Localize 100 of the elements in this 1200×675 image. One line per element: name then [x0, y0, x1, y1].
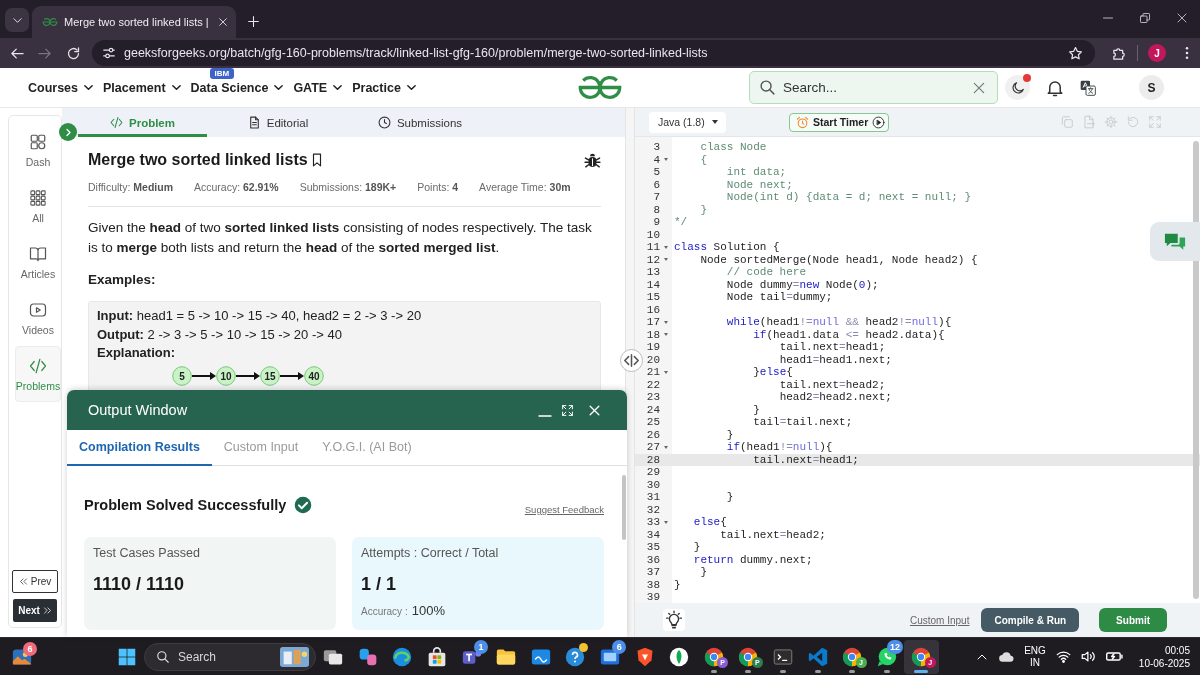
clock-date[interactable]: 10-06-2025 — [1138, 656, 1190, 670]
submit-button[interactable]: Submit — [1099, 608, 1167, 632]
taskbar-button[interactable]: 6 — [592, 639, 628, 674]
start-timer-button[interactable]: Start Timer — [789, 112, 890, 132]
theme-toggle-button[interactable] — [1005, 75, 1030, 100]
clock-icon — [377, 116, 391, 129]
drag-handle-icon[interactable] — [620, 349, 643, 372]
video-icon — [29, 300, 47, 319]
custom-input-link[interactable]: Custom Input — [909, 614, 970, 626]
sidebar-item[interactable]: All — [15, 178, 61, 234]
card-label: Attempts : Correct / Total — [361, 546, 500, 561]
site-info-icon[interactable] — [102, 46, 116, 60]
code-line: tail=tail.next; — [753, 416, 853, 429]
code-line: tail.next=head1; — [753, 453, 859, 466]
fold-icon[interactable] — [664, 258, 668, 262]
line-number: 28 — [645, 453, 660, 466]
overlapping-shapes-icon — [357, 646, 378, 667]
nav-menu-item[interactable]: Placement — [103, 76, 182, 99]
alarm-clock-icon — [796, 115, 809, 129]
feedback-link[interactable]: Suggest Feedback — [524, 504, 604, 515]
puzzle-piece-icon[interactable] — [1112, 45, 1127, 61]
problem-description: Given the head of two sorted linked lists consisting of nodes respectively. The task is to merge both lists and return the head of the sorted merged list. — [88, 219, 593, 257]
close-icon[interactable] — [218, 17, 228, 27]
address-bar[interactable]: geeksforgeeks.org/batch/gfg-160-problems/track/linked-list-gfg-160/problem/merge-two-sorted-linked-lists — [92, 40, 1095, 66]
lightbulb-icon[interactable] — [663, 609, 685, 631]
fold-icon[interactable] — [664, 445, 668, 449]
browser-tab[interactable]: Merge two sorted linked lists | — [32, 6, 236, 38]
star-icon[interactable] — [1068, 45, 1083, 61]
line-number: 26 — [645, 428, 660, 441]
moon-icon — [1010, 80, 1025, 95]
back-arrow-icon[interactable] — [10, 45, 25, 61]
code-line: int data; — [726, 166, 787, 179]
terminal-icon — [773, 646, 793, 667]
reload-icon[interactable] — [66, 45, 81, 61]
input-language[interactable]: ENG — [1024, 644, 1046, 657]
search-bar[interactable]: Search... — [749, 71, 998, 104]
arrow — [235, 371, 260, 380]
prev-button[interactable]: Prev — [12, 570, 58, 593]
clock-time[interactable]: 00:05 — [1164, 643, 1190, 657]
code-line: } — [753, 403, 760, 416]
clear-icon[interactable] — [972, 80, 986, 95]
fold-icon[interactable] — [664, 520, 668, 524]
problem-stat: Submissions: 189K+ — [299, 180, 397, 194]
search-field[interactable]: Search... — [783, 77, 965, 98]
check-circle-icon — [294, 496, 313, 514]
compile-run-button[interactable]: Compile & Run — [981, 608, 1080, 632]
code-icon — [29, 356, 47, 375]
taskbar-button[interactable]: 12 — [869, 639, 905, 674]
fold-icon[interactable] — [664, 245, 668, 249]
tab[interactable]: Editorial — [207, 108, 349, 137]
restore-icon[interactable] — [1139, 12, 1151, 24]
user-avatar[interactable]: S — [1139, 75, 1164, 100]
code-line: while(head1!=null && head2!=null){ — [726, 316, 952, 329]
line-number: 32 — [645, 503, 660, 516]
browser-icon — [842, 646, 863, 667]
card-label: Test Cases Passed — [93, 546, 201, 561]
site-logo[interactable] — [577, 76, 623, 99]
browser-icon — [738, 646, 759, 667]
taskbar-button[interactable]: 1 — [454, 639, 489, 674]
translate-icon[interactable] — [1080, 79, 1096, 96]
code-line: { — [700, 153, 707, 166]
fold-icon[interactable] — [664, 320, 668, 324]
tab[interactable]: Problem — [78, 108, 207, 137]
sidebar-item[interactable]: Articles — [15, 234, 61, 290]
section-heading: Examples: — [88, 271, 157, 289]
taskbar-search-bar[interactable]: Search — [144, 642, 316, 671]
fold-icon[interactable] — [664, 158, 668, 162]
sidebar-item[interactable]: Videos — [15, 290, 61, 346]
fold-icon[interactable] — [664, 333, 668, 337]
wifi-icon[interactable] — [1055, 649, 1071, 664]
start-menu-icon[interactable] — [118, 647, 136, 666]
search-icon — [156, 649, 170, 664]
fold-icon[interactable] — [664, 370, 668, 374]
speaker-icon[interactable] — [1080, 649, 1096, 664]
code-line: head1=head1.next; — [779, 353, 892, 366]
code-line: } — [700, 203, 707, 216]
arrow — [279, 371, 304, 380]
sidebar-item[interactable]: Problems — [15, 346, 61, 402]
line-number: 22 — [645, 378, 660, 391]
nav-menu-item[interactable]: Courses — [28, 76, 95, 99]
chevron-down-icon — [170, 82, 182, 93]
bell-icon[interactable] — [1046, 78, 1064, 97]
nav-menu-item[interactable]: GATE — [293, 76, 344, 99]
sidebar-item[interactable]: Dash — [15, 122, 61, 178]
nav-menu-item[interactable]: Data Science — [190, 76, 285, 99]
scrollbar-thumb[interactable] — [1193, 141, 1199, 599]
chevron-down-icon — [83, 82, 95, 93]
input-region[interactable]: IN — [1030, 656, 1040, 669]
language-select[interactable]: Java (1.8) — [649, 111, 726, 133]
plus-icon[interactable] — [247, 15, 260, 28]
profile-avatar[interactable]: J — [1148, 44, 1166, 62]
close-icon[interactable] — [1176, 12, 1188, 24]
tab[interactable]: Submissions — [349, 108, 491, 137]
close-icon[interactable] — [588, 403, 601, 417]
chat-button[interactable] — [1150, 222, 1200, 261]
nav-menu-item[interactable]: Practice — [352, 76, 417, 99]
tab[interactable]: Compilation Results — [67, 430, 212, 466]
bug-icon[interactable] — [584, 151, 601, 169]
taskbar-search-field[interactable]: Search — [178, 648, 272, 665]
next-button[interactable]: Next — [13, 599, 57, 622]
